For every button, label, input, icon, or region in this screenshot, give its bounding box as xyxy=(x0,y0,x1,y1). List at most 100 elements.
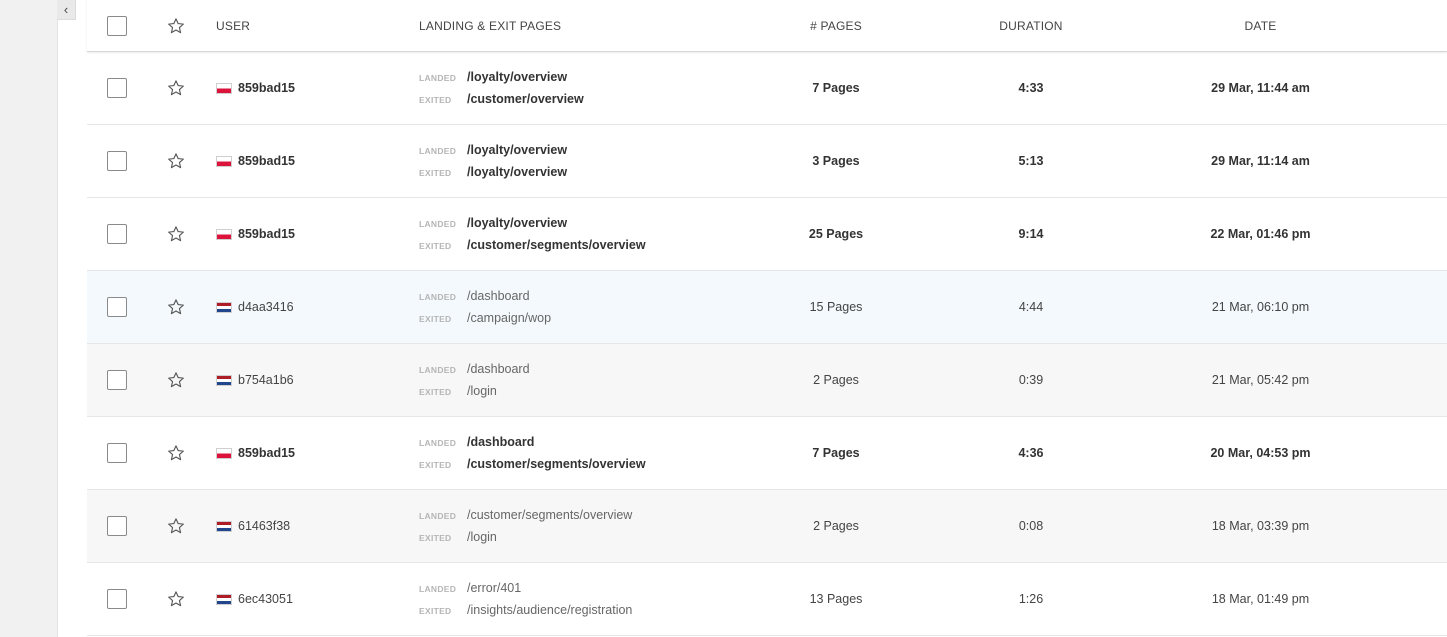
duration-cell: 0:39 xyxy=(1018,373,1044,387)
row-checkbox[interactable] xyxy=(107,151,127,171)
row-star-cell xyxy=(149,371,216,389)
user-id[interactable]: 859bad15 xyxy=(238,446,295,460)
num-pages-cell: 25 Pages xyxy=(808,227,864,241)
table-row[interactable]: 859bad15 LANDED /loyalty/overview EXITED… xyxy=(87,198,1447,271)
header-date[interactable]: DATE xyxy=(1137,19,1384,33)
exited-page[interactable]: /campaign/wop xyxy=(467,307,551,329)
num-pages-cell: 15 Pages xyxy=(809,300,863,314)
header-duration[interactable]: DURATION xyxy=(925,19,1137,33)
flag-poland-icon xyxy=(216,82,232,94)
row-checkbox[interactable] xyxy=(107,589,127,609)
star-icon[interactable] xyxy=(167,298,216,316)
exited-page[interactable]: /customer/segments/overview xyxy=(467,234,646,256)
landed-label: LANDED xyxy=(419,73,457,83)
landed-label: LANDED xyxy=(419,146,457,156)
header-landing-exit-pages[interactable]: LANDING & EXIT PAGES xyxy=(419,19,747,33)
exited-label: EXITED xyxy=(419,241,452,251)
landing-exit-cell: LANDED /dashboard EXITED /campaign/wop xyxy=(419,285,747,329)
row-checkbox[interactable] xyxy=(107,78,127,98)
row-checkbox[interactable] xyxy=(107,224,127,244)
num-pages-cell: 2 Pages xyxy=(813,373,859,387)
landed-page[interactable]: /dashboard xyxy=(467,358,530,380)
landing-exit-cell: LANDED /error/401 EXITED /insights/audie… xyxy=(419,577,747,621)
star-icon[interactable] xyxy=(167,444,216,462)
row-star-cell xyxy=(149,517,216,535)
user-id[interactable]: 61463f38 xyxy=(238,519,290,533)
table-row[interactable]: d4aa3416 LANDED /dashboard EXITED /campa… xyxy=(87,271,1447,344)
landed-page[interactable]: /error/401 xyxy=(467,577,521,599)
user-id[interactable]: 859bad15 xyxy=(238,81,295,95)
select-all-checkbox[interactable] xyxy=(107,15,127,36)
exited-label: EXITED xyxy=(419,387,452,397)
star-icon[interactable] xyxy=(167,517,216,535)
star-icon[interactable] xyxy=(167,17,216,35)
table-row[interactable]: 859bad15 LANDED /loyalty/overview EXITED… xyxy=(87,125,1447,198)
table-row[interactable]: 859bad15 LANDED /dashboard EXITED /custo… xyxy=(87,417,1447,490)
date-cell: 29 Mar, 11:14 am xyxy=(1211,154,1310,168)
duration-cell: 1:26 xyxy=(1018,592,1044,606)
landing-exit-cell: LANDED /loyalty/overview EXITED /loyalty… xyxy=(419,139,747,183)
row-star-cell xyxy=(149,298,216,316)
flag-netherlands-icon xyxy=(216,593,232,605)
landed-label: LANDED xyxy=(419,292,457,302)
exited-page[interactable]: /login xyxy=(467,526,497,548)
user-cell[interactable]: 859bad15 xyxy=(216,154,419,168)
row-checkbox[interactable] xyxy=(107,516,127,536)
landed-page[interactable]: /loyalty/overview xyxy=(467,139,567,161)
star-icon[interactable] xyxy=(167,225,216,243)
flag-netherlands-icon xyxy=(216,520,232,532)
user-cell[interactable]: 61463f38 xyxy=(216,519,419,533)
landed-label: LANDED xyxy=(419,511,457,521)
flag-netherlands-icon xyxy=(216,301,232,313)
header-checkbox-cell xyxy=(87,15,149,36)
star-icon[interactable] xyxy=(167,152,216,170)
exited-page[interactable]: /customer/overview xyxy=(467,88,584,110)
flag-netherlands-icon xyxy=(216,374,232,386)
exited-page[interactable]: /insights/audience/registration xyxy=(467,599,632,621)
header-num-pages[interactable]: # PAGES xyxy=(747,19,925,33)
row-checkbox-cell xyxy=(87,78,149,98)
duration-cell: 4:44 xyxy=(1018,300,1044,314)
user-id[interactable]: d4aa3416 xyxy=(238,300,294,314)
user-cell[interactable]: 859bad15 xyxy=(216,446,419,460)
user-cell[interactable]: 6ec43051 xyxy=(216,592,419,606)
duration-cell: 4:33 xyxy=(1018,81,1044,95)
exited-page[interactable]: /login xyxy=(467,380,497,402)
row-checkbox-cell xyxy=(87,589,149,609)
star-icon[interactable] xyxy=(167,590,216,608)
landed-page[interactable]: /loyalty/overview xyxy=(467,212,567,234)
star-icon[interactable] xyxy=(167,79,216,97)
table-row[interactable]: 859bad15 LANDED /loyalty/overview EXITED… xyxy=(87,52,1447,125)
exited-page[interactable]: /loyalty/overview xyxy=(467,161,567,183)
user-id[interactable]: 859bad15 xyxy=(238,154,295,168)
landed-page[interactable]: /loyalty/overview xyxy=(467,66,567,88)
row-star-cell xyxy=(149,590,216,608)
date-cell: 21 Mar, 06:10 pm xyxy=(1211,300,1310,314)
landed-page[interactable]: /dashboard xyxy=(467,285,530,307)
sessions-table: USER LANDING & EXIT PAGES # PAGES DURATI… xyxy=(87,0,1447,636)
user-cell[interactable]: 859bad15 xyxy=(216,227,419,241)
table-row[interactable]: 6ec43051 LANDED /error/401 EXITED /insig… xyxy=(87,563,1447,636)
row-checkbox[interactable] xyxy=(107,297,127,317)
user-cell[interactable]: 859bad15 xyxy=(216,81,419,95)
duration-cell: 5:13 xyxy=(1018,154,1044,168)
user-id[interactable]: b754a1b6 xyxy=(238,373,294,387)
table-row[interactable]: b754a1b6 LANDED /dashboard EXITED /login… xyxy=(87,344,1447,417)
star-icon[interactable] xyxy=(167,371,216,389)
user-id[interactable]: 6ec43051 xyxy=(238,592,293,606)
collapse-sidebar-button[interactable]: ‹ xyxy=(57,0,76,20)
exited-page[interactable]: /customer/segments/overview xyxy=(467,453,646,475)
landed-page[interactable]: /customer/segments/overview xyxy=(467,504,632,526)
user-id[interactable]: 859bad15 xyxy=(238,227,295,241)
flag-poland-icon xyxy=(216,155,232,167)
user-cell[interactable]: b754a1b6 xyxy=(216,373,419,387)
row-checkbox[interactable] xyxy=(107,370,127,390)
row-checkbox[interactable] xyxy=(107,443,127,463)
flag-poland-icon xyxy=(216,447,232,459)
user-cell[interactable]: d4aa3416 xyxy=(216,300,419,314)
landed-page[interactable]: /dashboard xyxy=(467,431,534,453)
date-cell: 18 Mar, 01:49 pm xyxy=(1211,592,1310,606)
header-user[interactable]: USER xyxy=(216,19,419,33)
row-star-cell xyxy=(149,225,216,243)
table-row[interactable]: 61463f38 LANDED /customer/segments/overv… xyxy=(87,490,1447,563)
